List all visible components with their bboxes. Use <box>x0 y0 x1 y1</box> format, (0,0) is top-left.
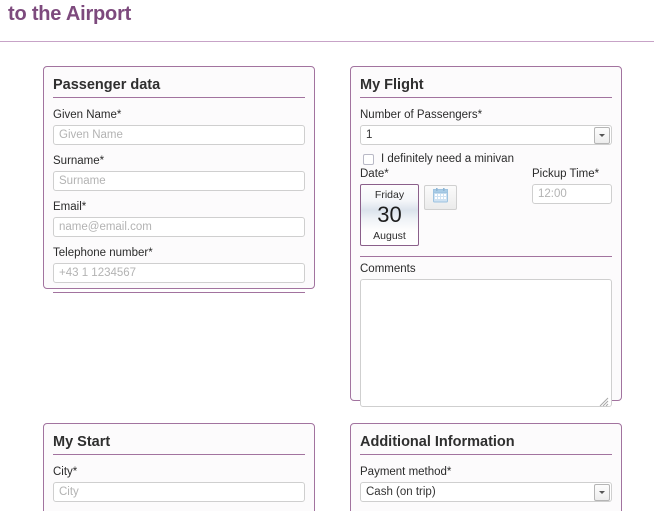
city-input[interactable] <box>53 482 305 502</box>
minivan-checkbox-label: I definitely need a minivan <box>381 153 514 165</box>
panel-my-start: My Start City* Postal Code* <box>43 423 315 511</box>
label-pickup-time: Pickup Time* <box>532 168 600 180</box>
label-telephone-number: Telephone number* <box>53 247 153 259</box>
telephone-number-input[interactable] <box>53 263 305 283</box>
resize-grip-icon[interactable] <box>599 394 609 407</box>
date-display-box[interactable]: Friday 30 August <box>360 184 419 246</box>
panel-additional-information: Additional Information Payment method* C… <box>350 423 622 511</box>
minivan-checkbox-row[interactable]: I definitely need a minivan <box>360 152 612 166</box>
minivan-checkbox[interactable] <box>363 153 374 165</box>
label-comments: Comments <box>360 263 416 275</box>
email-input[interactable] <box>53 217 305 237</box>
date-weekday: Friday <box>374 189 405 201</box>
panel-title-passenger-data: Passenger data <box>53 77 161 93</box>
number-of-passengers-select[interactable]: 1 <box>360 125 612 145</box>
panel-title-my-start: My Start <box>53 434 111 450</box>
payment-method-value: Cash (on trip) <box>360 482 612 502</box>
panel-passenger-data: Passenger data Given Name* Surname* Emai… <box>43 66 315 293</box>
flight-section-divider <box>360 256 612 257</box>
date-month: August <box>373 230 406 242</box>
chevron-down-icon[interactable] <box>594 127 610 144</box>
title-divider <box>360 454 612 455</box>
label-date: Date* <box>360 168 389 180</box>
payment-method-select[interactable]: Cash (on trip) <box>360 482 612 502</box>
calendar-icon <box>433 187 448 208</box>
comments-textarea[interactable] <box>360 279 612 407</box>
panel-title-additional-information: Additional Information <box>360 434 515 450</box>
calendar-picker-button[interactable] <box>424 185 457 210</box>
number-of-passengers-value: 1 <box>360 125 612 145</box>
title-divider <box>360 97 612 98</box>
label-payment-method: Payment method* <box>360 466 452 478</box>
header-divider <box>0 41 654 42</box>
surname-input[interactable] <box>53 171 305 191</box>
label-given-name: Given Name* <box>53 109 122 121</box>
date-day: 30 <box>377 202 402 227</box>
title-divider <box>53 454 305 455</box>
page-root: to the Airport Passenger data Given Name… <box>0 0 654 511</box>
chevron-down-icon[interactable] <box>594 484 610 501</box>
label-city: City* <box>53 466 78 478</box>
panel-title-my-flight: My Flight <box>360 77 424 93</box>
passenger-section-divider <box>53 292 305 293</box>
pickup-time-input[interactable] <box>532 184 612 204</box>
title-divider <box>53 97 305 98</box>
given-name-input[interactable] <box>53 125 305 145</box>
label-surname: Surname* <box>53 155 105 167</box>
label-email: Email* <box>53 201 87 213</box>
panel-my-flight: My Flight Number of Passengers* 1 I defi… <box>350 66 622 407</box>
label-number-of-passengers: Number of Passengers* <box>360 109 483 121</box>
page-title: to the Airport <box>8 3 132 25</box>
date-picker[interactable]: Friday 30 August <box>360 184 520 246</box>
